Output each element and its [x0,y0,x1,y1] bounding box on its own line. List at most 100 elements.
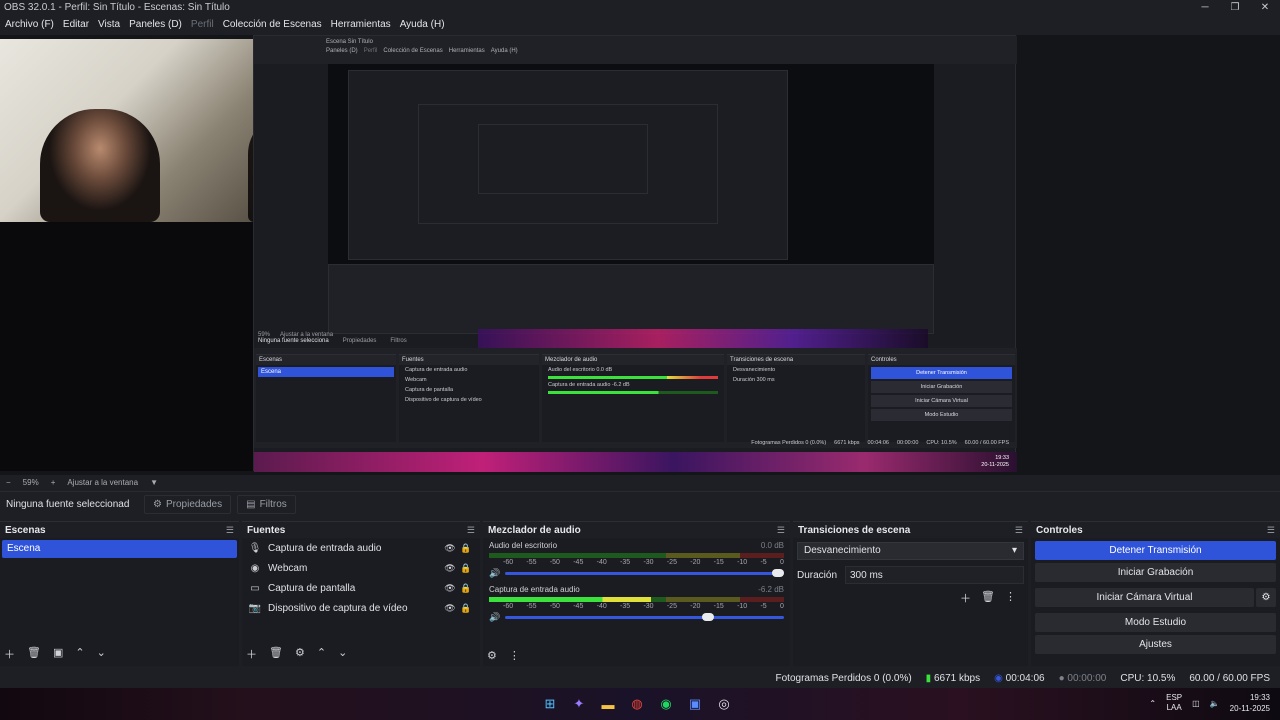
maximize-button[interactable]: ❐ [1220,0,1250,15]
source-item[interactable]: 🎙 Captura de entrada audio 👁 🔒 [242,538,480,558]
tray-chevron-icon[interactable]: ⌃ [1149,699,1156,708]
dock-menu-icon[interactable]: ☰ [467,525,475,536]
menu-coleccion-escenas[interactable]: Colección de Escenas [223,19,322,30]
volume-knob[interactable] [702,613,715,621]
transitions-header: Transiciones de escena ☰ [793,521,1028,538]
sources-title: Fuentes [247,524,286,536]
menu-herramientas[interactable]: Herramientas [331,19,391,30]
menu-archivo[interactable]: Archivo (F) [5,19,54,30]
visibility-eye-icon[interactable]: 👁 [442,563,458,574]
meter-tick-label: -40 [596,603,607,610]
chevron-down-icon: ▾ [1011,545,1017,556]
scene-item[interactable]: Escena [2,540,237,558]
fit-window-label[interactable]: Ajustar a la ventana [67,478,138,487]
meter-tick-label: -5 [760,559,767,566]
keyboard-layout[interactable]: ESP LAA [1166,693,1182,713]
menu-vista[interactable]: Vista [98,19,120,30]
volume-slider[interactable] [505,613,784,621]
obs-icon[interactable]: ◎ [714,694,734,714]
virtual-camera-button[interactable]: Iniciar Cámara Virtual [1035,588,1254,607]
monitor-icon: ▭ [250,582,260,594]
chrome-icon[interactable]: ◍ [627,694,647,714]
visibility-eye-icon[interactable]: 👁 [442,603,458,614]
transition-select[interactable]: Desvanecimiento ▾ [797,542,1024,560]
menu-paneles[interactable]: Paneles (D) [129,19,182,30]
move-up-icon[interactable]: ⌃ [317,646,326,662]
duration-input[interactable]: 300 ms [845,566,1024,584]
visibility-eye-icon[interactable]: 👁 [442,583,458,594]
scenes-dock: Escenas ☰ Escena ＋ 🗑 ▣ ⌃ ⌄ [0,521,239,666]
menu-editar[interactable]: Editar [63,19,89,30]
settings-button[interactable]: Ajustes [1035,635,1276,654]
filters-button[interactable]: ▤ Filtros [237,494,296,514]
zoom-in-button[interactable]: + [51,478,56,487]
nested-stop-stream: Detener Transmisión [871,367,1012,379]
nested-cpu: CPU: 10.5% [926,440,957,446]
gear-icon[interactable]: ⚙ [295,646,305,662]
nested-mix-1-db: 0.0 dB [596,367,613,373]
menu-ayuda[interactable]: Ayuda (H) [400,19,445,30]
nested-scenes: Escenas Escena [256,354,396,442]
filter-icon[interactable]: ▣ [53,646,63,662]
copilot-icon[interactable]: ✦ [569,694,589,714]
dock-menu-icon[interactable]: ☰ [1015,525,1023,536]
studio-mode-button[interactable]: Modo Estudio [1035,613,1276,632]
advanced-audio-icon[interactable]: ⚙ [487,649,497,662]
preview-canvas[interactable]: Escena Sin Título Paneles (D) Perfil Col… [0,35,1280,475]
lock-icon[interactable]: 🔒 [458,603,474,614]
channel-header: Captura de entrada audio -6.2 dB [489,585,784,594]
dock-menu-icon[interactable]: ☰ [777,525,785,536]
start-recording-button[interactable]: Iniciar Grabación [1035,563,1276,582]
delete-icon[interactable]: 🗑 [269,646,283,662]
zoom-dropdown-icon[interactable]: ▼ [150,478,158,487]
zoom-out-button[interactable]: − [6,478,11,487]
speaker-icon[interactable]: 🔊 [489,568,505,579]
lock-icon[interactable]: 🔒 [458,563,474,574]
move-down-icon[interactable]: ⌄ [97,646,106,662]
speaker-icon[interactable]: 🔊 [489,612,505,623]
window-title: OBS 32.0.1 - Perfil: Sin Título - Escena… [4,2,230,13]
source-item[interactable]: 📷 Dispositivo de captura de vídeo 👁 🔒 [242,598,480,618]
nested-propbar: Ninguna fuente selecciona Propiedades Fi… [258,338,407,344]
more-menu-icon[interactable]: ⋮ [1005,590,1016,606]
meter-ticks: -60 -55 -50 -45 -40 -35 -30 -25 -20 -15 -10 -5 0 [489,559,784,566]
lock-icon[interactable]: 🔒 [458,583,474,594]
source-item[interactable]: ◉ Webcam 👁 🔒 [242,558,480,578]
move-down-icon[interactable]: ⌄ [338,646,347,662]
lock-icon[interactable]: 🔒 [458,543,474,554]
volume-slider[interactable] [505,569,784,577]
clock[interactable]: 19:33 20-11-2025 [1230,692,1270,714]
app-icon[interactable]: ▣ [685,694,705,714]
gear-icon[interactable]: ⚙ [1256,588,1276,607]
source-item[interactable]: ▭ Captura de pantalla 👁 🔒 [242,578,480,598]
minimize-button[interactable]: ─ [1190,0,1220,15]
cpu-usage: CPU: 10.5% [1120,672,1176,684]
scenes-header: Escenas ☰ [0,521,239,538]
delete-icon[interactable]: 🗑 [27,646,41,662]
visibility-eye-icon[interactable]: 👁 [442,543,458,554]
properties-button[interactable]: ⚙ Propiedades [144,494,232,514]
more-menu-icon[interactable]: ⋮ [509,649,520,662]
add-icon[interactable]: ＋ [246,646,257,662]
zoom-value: 59% [22,477,39,487]
duration-row: Duración 300 ms [793,564,1028,586]
virtual-cam-row: Iniciar Cámara Virtual ⚙ [1031,585,1280,610]
add-icon[interactable]: ＋ [4,646,15,662]
transitions-dock: Transiciones de escena ☰ Desvanecimiento… [793,521,1028,666]
network-icon[interactable]: ◫ [1192,699,1200,708]
spotify-icon[interactable]: ◉ [656,694,676,714]
volume-icon[interactable]: 🔈 [1210,699,1220,708]
delete-icon[interactable]: 🗑 [981,590,995,606]
stop-stream-button[interactable]: Detener Transmisión [1035,541,1276,560]
file-explorer-icon[interactable]: ▬ [598,694,618,714]
add-icon[interactable]: ＋ [960,590,971,606]
volume-knob[interactable] [772,569,784,577]
move-up-icon[interactable]: ⌃ [75,646,84,662]
dock-menu-icon[interactable]: ☰ [1267,525,1275,536]
menu-perfil[interactable]: Perfil [191,19,214,30]
nested-controls: Controles Detener Transmisión Iniciar Gr… [868,354,1015,442]
nested-titlebar: Escena Sin Título Paneles (D) Perfil Col… [254,36,1017,64]
windows-start-icon[interactable]: ⊞ [540,694,560,714]
close-button[interactable]: ✕ [1250,0,1280,15]
dock-menu-icon[interactable]: ☰ [226,525,234,536]
